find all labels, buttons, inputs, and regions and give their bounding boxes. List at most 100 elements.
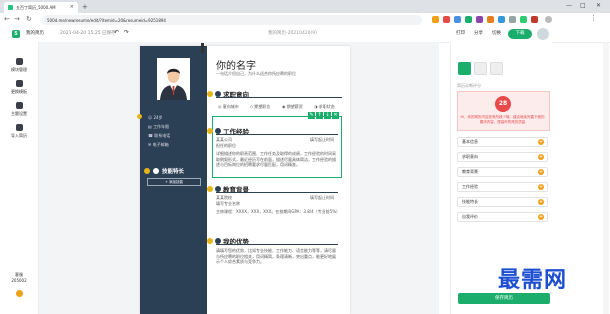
education-description[interactable]: 主修课程：XXXX，XXX，XXX。在校期间GPA：3.8/4（专业前5%） (216, 209, 340, 215)
sidebar-bookmark (201, 43, 204, 53)
panel-item-job-intent[interactable]: 求职意向 + (457, 152, 548, 162)
module-handle-icon[interactable] (207, 128, 213, 134)
add-icon[interactable]: + (538, 214, 544, 220)
add-skill-button[interactable]: + 添加技能 (147, 178, 201, 186)
maximize-icon[interactable]: □ (580, 2, 586, 9)
module-icon (15, 58, 23, 65)
nav-theme-settings[interactable]: 主题设置 (0, 102, 38, 117)
profile-photo[interactable] (157, 58, 190, 100)
minimize-icon[interactable]: — (566, 2, 572, 9)
switch-button[interactable]: 切换 (492, 30, 501, 36)
share-button[interactable]: 分享 (474, 30, 483, 36)
nav-customer-service[interactable]: 客服 205002 (0, 272, 38, 283)
layout-tab-icon[interactable] (490, 62, 503, 75)
work-company[interactable]: 某某公司 (216, 137, 232, 143)
education-period[interactable]: 填写起止时间 (310, 195, 334, 201)
save-resume-button[interactable]: 保存简历 (458, 293, 550, 304)
section-divider (216, 244, 338, 245)
user-avatar[interactable] (537, 28, 549, 40)
extension-icon[interactable] (443, 16, 450, 23)
close-window-icon[interactable]: ✕ (596, 2, 601, 9)
new-tab-button[interactable]: + (82, 3, 88, 11)
panel-item-basic-info[interactable]: 基本信息 + (457, 137, 548, 147)
contact-age[interactable]: ☺ 24岁 (148, 115, 163, 121)
help-icon[interactable] (16, 290, 23, 297)
print-button[interactable]: 打印 (456, 30, 465, 36)
edit-icon[interactable]: ✎ (308, 112, 315, 119)
scrollbar[interactable] (603, 42, 609, 314)
extension-icon[interactable] (476, 16, 483, 23)
back-icon[interactable]: ← (4, 15, 10, 23)
forward-icon[interactable]: → (14, 15, 20, 23)
reload-icon[interactable]: ↻ (26, 15, 32, 23)
contact-years[interactable]: ▤ 工作年限 (148, 124, 169, 130)
work-description[interactable]: 详细描述你的职责范围、工作任务及取得的成绩，工作经验的时间采取倒叙形式，最近经历… (216, 151, 338, 168)
settings-tab-icon[interactable] (458, 62, 471, 75)
url-text: 500d.me/newresume/edit/?itemid=20&resume… (47, 17, 166, 23)
delete-icon[interactable]: ✕ (332, 112, 339, 119)
tab-close-icon[interactable]: × (70, 4, 74, 10)
contact-email[interactable]: ✉ 电子邮箱 (148, 142, 169, 148)
my-resume-menu[interactable]: 我的简历 (26, 30, 44, 36)
extension-icon[interactable] (465, 16, 472, 23)
document-name-field[interactable]: 我的简历-20210420(9) (268, 30, 317, 36)
nav-module-manage[interactable]: 模块管理 (0, 58, 38, 73)
module-handle-icon[interactable] (207, 186, 213, 192)
intent-status[interactable]: ◑ 求职状态 (314, 104, 335, 110)
nav-label: 导入简历 (11, 133, 27, 138)
app-logo[interactable]: 5 (12, 30, 20, 38)
education-major[interactable]: 填写专业名称 (216, 201, 240, 207)
undo-icon[interactable]: ↶ (114, 29, 119, 36)
score-tip: Hi，你的简历内容还有所缺少哦，建议继续完善下面的模块内容，提高你的简历质量 (460, 115, 545, 124)
resume-intro[interactable]: 一句话介绍自己，为什么适合你所应聘的职位 (216, 71, 296, 77)
add-icon[interactable]: + (538, 139, 544, 145)
add-icon[interactable]: + (538, 169, 544, 175)
panel-item-self-eval[interactable]: 自我评价 + (457, 212, 548, 222)
module-handle-icon[interactable] (137, 114, 142, 119)
panel-item-skills[interactable]: 技能特长 + (457, 197, 548, 207)
browser-menu-icon[interactable]: ⋮ (590, 14, 597, 22)
add-icon[interactable]: + (538, 184, 544, 190)
tab-title: 五百丁简历_5000.AM (16, 4, 56, 10)
move-down-icon[interactable]: ↓ (324, 112, 331, 119)
service-number: 205002 (11, 278, 27, 283)
module-tab-icon[interactable] (474, 62, 487, 75)
nav-change-template[interactable]: 更换模板 (0, 80, 38, 95)
skills-heading: 技能特长 (144, 167, 204, 175)
intent-position[interactable]: ◇ 期望职位 (250, 104, 270, 110)
module-handle-icon[interactable] (207, 238, 213, 244)
intent-salary[interactable]: ◉ 期望薪资 (282, 104, 303, 110)
extension-icon[interactable] (454, 16, 461, 23)
panel-item-education[interactable]: 教育背景 + (457, 167, 548, 177)
add-icon[interactable]: + (538, 154, 544, 160)
work-period[interactable]: 填写起止时间 (310, 137, 334, 143)
education-school[interactable]: 某某院校 (216, 195, 232, 201)
advantages-description[interactable]: 请填写您的优势，比如专业技能、工作能力、语言能力等等，请尽量与所应聘的职位相关，… (216, 248, 338, 265)
work-role[interactable]: 担任的职位 (216, 143, 236, 149)
extension-icon[interactable] (487, 16, 494, 23)
extension-icon[interactable] (509, 16, 516, 23)
browser-tab[interactable]: 五百丁简历_5000.AM × (4, 2, 78, 13)
extension-icon[interactable] (432, 16, 439, 23)
panel-item-work[interactable]: 工作经验 + (457, 182, 548, 192)
contact-phone[interactable]: ☎ 联系电话 (148, 133, 170, 139)
extension-icon[interactable] (498, 16, 505, 23)
extension-icon[interactable] (520, 16, 527, 23)
intent-salary-text: 期望薪资 (286, 104, 303, 109)
intent-city[interactable]: ◎ 意向城市 (218, 104, 239, 110)
nav-import-resume[interactable]: 导入简历 (0, 124, 38, 139)
module-handle-icon[interactable] (144, 168, 150, 174)
contact-years-text: 工作年限 (153, 124, 170, 129)
download-button[interactable]: 下载 (508, 29, 532, 39)
add-icon[interactable]: + (538, 199, 544, 205)
saved-status: 2021-04-20 15:25 已保存 (60, 31, 116, 36)
module-handle-icon[interactable] (207, 91, 213, 97)
template-icon (15, 80, 23, 87)
redo-icon[interactable]: ↷ (124, 29, 129, 36)
resume-name[interactable]: 你的名字 (216, 57, 256, 72)
move-up-icon[interactable]: ↑ (316, 112, 323, 119)
intent-status-text: 求职状态 (318, 104, 335, 109)
url-field[interactable]: 500d.me/newresume/edit/?itemid=20&resume… (42, 15, 422, 25)
extension-icon[interactable] (531, 16, 538, 23)
profile-icon[interactable] (545, 16, 552, 23)
